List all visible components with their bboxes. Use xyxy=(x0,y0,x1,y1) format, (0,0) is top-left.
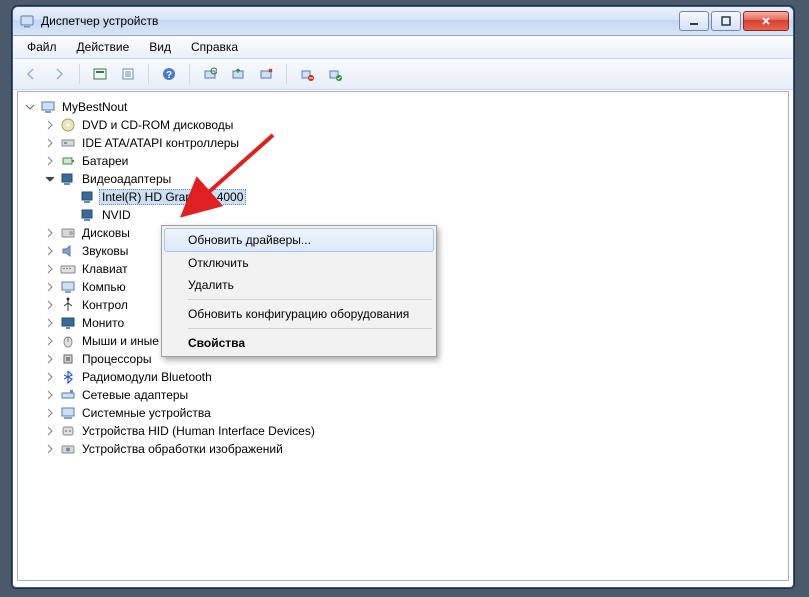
device-manager-window: Диспетчер устройств Файл Действие Вид Сп… xyxy=(12,6,794,588)
tree-node-hid[interactable]: Устройства HID (Human Interface Devices) xyxy=(44,422,788,440)
menubar: Файл Действие Вид Справка xyxy=(13,36,793,59)
processor-icon xyxy=(60,351,76,367)
nav-back-button[interactable] xyxy=(19,62,43,86)
network-adapter-icon xyxy=(60,387,76,403)
computer-icon xyxy=(60,279,76,295)
tree-node-battery[interactable]: Батареи xyxy=(44,152,788,170)
app-icon xyxy=(19,13,35,29)
tree-node-video-intel[interactable]: Intel(R) HD Graphics 4000 xyxy=(44,188,788,206)
disable-device-button[interactable] xyxy=(295,62,319,86)
toolbar-separator xyxy=(189,64,190,84)
ctx-disable[interactable]: Отключить xyxy=(164,252,434,274)
properties-button[interactable] xyxy=(116,62,140,86)
display-adapter-icon xyxy=(60,171,76,187)
toolbar-separator xyxy=(79,64,80,84)
tree-node-video-nvidia[interactable]: NVID xyxy=(44,206,788,224)
selected-device-label: Intel(R) HD Graphics 4000 xyxy=(99,189,246,205)
ctx-separator xyxy=(188,299,432,300)
svg-text:?: ? xyxy=(166,70,172,81)
imaging-device-icon xyxy=(60,441,76,457)
expand-icon[interactable] xyxy=(44,227,56,239)
titlebar: Диспетчер устройств xyxy=(13,7,793,36)
close-button[interactable] xyxy=(743,11,789,31)
expand-icon[interactable] xyxy=(44,119,56,131)
usb-controller-icon xyxy=(60,297,76,313)
monitor-icon xyxy=(60,315,76,331)
expand-icon[interactable] xyxy=(44,425,56,437)
bluetooth-icon xyxy=(60,369,76,385)
tree-root[interactable]: MyBestNout xyxy=(24,98,788,116)
tree-node-sysdevices[interactable]: Системные устройства xyxy=(44,404,788,422)
collapse-icon[interactable] xyxy=(24,101,36,113)
tree-node-ide[interactable]: IDE ATA/ATAPI контроллеры xyxy=(44,134,788,152)
nav-forward-button[interactable] xyxy=(47,62,71,86)
expand-icon[interactable] xyxy=(44,389,56,401)
disk-drive-icon xyxy=(60,225,76,241)
ctx-separator xyxy=(188,328,432,329)
expand-icon[interactable] xyxy=(44,317,56,329)
tree-node-dvd[interactable]: DVD и CD-ROM дисководы xyxy=(44,116,788,134)
computer-icon xyxy=(40,99,56,115)
ctx-delete[interactable]: Удалить xyxy=(164,274,434,296)
display-adapter-icon xyxy=(80,207,96,223)
expand-icon[interactable] xyxy=(44,245,56,257)
ide-controller-icon xyxy=(60,135,76,151)
keyboard-icon xyxy=(60,261,76,277)
scan-hardware-button[interactable] xyxy=(198,62,222,86)
ctx-scan-hardware[interactable]: Обновить конфигурацию оборудования xyxy=(164,303,434,325)
window-title: Диспетчер устройств xyxy=(41,14,679,28)
tree-node-bluetooth[interactable]: Радиомодули Bluetooth xyxy=(44,368,788,386)
toolbar-separator xyxy=(286,64,287,84)
toolbar-separator xyxy=(148,64,149,84)
menu-help[interactable]: Справка xyxy=(181,36,248,58)
toolbar: ? xyxy=(13,59,793,90)
collapse-icon[interactable] xyxy=(44,173,56,185)
enable-device-button[interactable] xyxy=(323,62,347,86)
ctx-update-drivers[interactable]: Обновить драйверы... xyxy=(164,228,434,252)
expand-icon[interactable] xyxy=(44,353,56,365)
disc-drive-icon xyxy=(60,117,76,133)
sound-icon xyxy=(60,243,76,259)
show-hidden-button[interactable] xyxy=(88,62,112,86)
ctx-properties[interactable]: Свойства xyxy=(164,332,434,354)
tree-root-label: MyBestNout xyxy=(60,100,129,114)
system-device-icon xyxy=(60,405,76,421)
mouse-icon xyxy=(60,333,76,349)
expand-icon[interactable] xyxy=(44,137,56,149)
battery-icon xyxy=(60,153,76,169)
update-driver-button[interactable] xyxy=(226,62,250,86)
menu-file[interactable]: Файл xyxy=(17,36,67,58)
maximize-button[interactable] xyxy=(711,11,741,31)
tree-node-netadapters[interactable]: Сетевые адаптеры xyxy=(44,386,788,404)
expand-icon[interactable] xyxy=(44,281,56,293)
menu-view[interactable]: Вид xyxy=(139,36,181,58)
display-adapter-icon xyxy=(80,189,96,205)
expand-icon[interactable] xyxy=(44,443,56,455)
menu-action[interactable]: Действие xyxy=(67,36,140,58)
expand-icon[interactable] xyxy=(44,299,56,311)
expand-icon[interactable] xyxy=(44,263,56,275)
hid-icon xyxy=(60,423,76,439)
expand-icon[interactable] xyxy=(44,155,56,167)
tree-node-imaging[interactable]: Устройства обработки изображений xyxy=(44,440,788,458)
help-button[interactable]: ? xyxy=(157,62,181,86)
tree-node-video[interactable]: Видеоадаптеры xyxy=(44,170,788,188)
expand-icon[interactable] xyxy=(44,335,56,347)
minimize-button[interactable] xyxy=(679,11,709,31)
expand-icon[interactable] xyxy=(44,371,56,383)
expand-icon[interactable] xyxy=(44,407,56,419)
uninstall-device-button[interactable] xyxy=(254,62,278,86)
context-menu: Обновить драйверы... Отключить Удалить О… xyxy=(161,225,437,357)
